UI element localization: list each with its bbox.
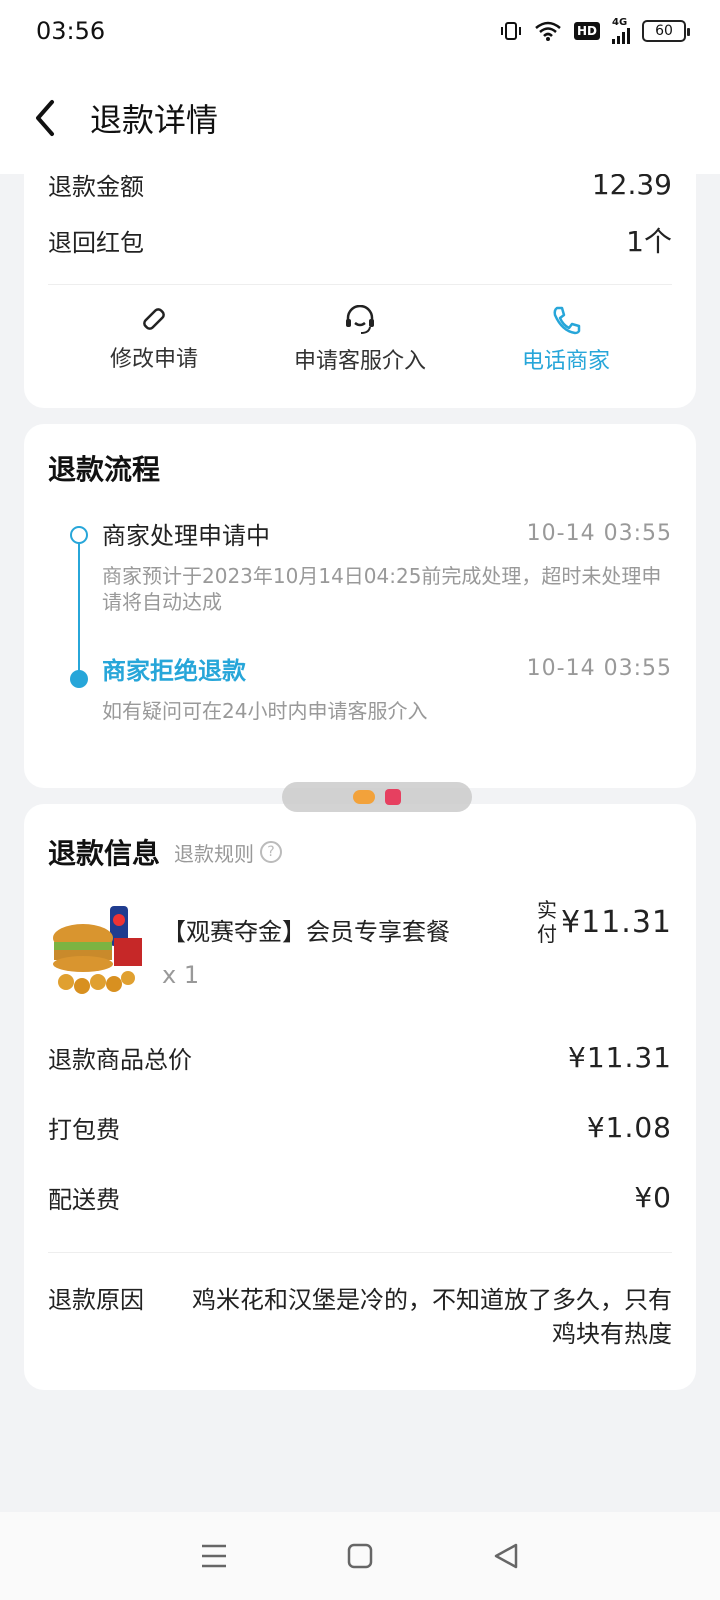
refund-info-title: 退款信息 [48,837,161,870]
modify-request-label: 修改申请 [109,347,198,372]
back-button[interactable] [0,62,90,174]
menu-icon[interactable] [200,1543,228,1569]
product-paid: 实付 ¥11.31 [537,898,672,946]
fee-value: ¥11.31 [568,1040,672,1074]
vibrate-icon [500,22,521,40]
watermark-logo-icon [353,790,375,804]
refund-info-card: 退款信息 退款规则 ? 【观赛夺金】会员专享套餐 x 1 实付 ¥11.31 退… [24,804,696,1390]
reason-label: 退款原因 [48,1286,144,1314]
fee-row: 打包费 ¥1.08 [48,1092,672,1162]
wifi-icon [535,21,561,41]
summary-card: 退款金额 12.39 退回红包 1个 修改申请 申请客服介入 电话商家 [24,150,696,408]
process-step: 商家处理申请中 10-14 03:55 商家预计于2023年10月14日04:2… [102,516,672,615]
step-time: 10-14 03:55 [526,656,672,681]
call-merchant-button[interactable]: 电话商家 [476,305,656,375]
hongbao-label: 退回红包 [48,228,144,257]
system-nav-bar [0,1512,720,1600]
hongbao-value: 1个 [626,225,672,258]
fee-value: ¥0 [634,1180,672,1214]
timeline-line [78,538,80,678]
battery-level: 60 [655,23,673,39]
timeline-dot-open-icon [70,526,88,544]
watermark-logo-icon [385,789,401,805]
watermark [282,782,472,812]
refund-reason: 退款原因 鸡米花和汉堡是冷的，不知道放了多久，只有鸡块有热度 [48,1283,672,1351]
headset-icon [346,305,374,334]
chevron-left-icon [36,100,54,136]
product-image [48,898,148,998]
network-label: 4G [612,17,628,28]
refund-rule-link[interactable]: 退款规则 ? [174,838,283,867]
fee-list: 退款商品总价 ¥11.31 打包费 ¥1.08 配送费 ¥0 [48,1022,672,1232]
page-title: 退款详情 [90,101,219,139]
question-icon: ? [260,841,283,863]
product-item[interactable]: 【观赛夺金】会员专享套餐 x 1 实付 ¥11.31 [48,898,672,1008]
refund-process-card: 退款流程 商家处理申请中 10-14 03:55 商家预计于2023年10月14… [24,424,696,788]
hd-badge: HD [573,22,600,40]
home-icon[interactable] [347,1543,373,1569]
refund-rule-label: 退款规则 [174,841,255,866]
fee-row: 配送费 ¥0 [48,1162,672,1232]
call-merchant-label: 电话商家 [521,349,610,374]
paid-value: ¥11.31 [561,904,672,940]
process-timeline: 商家处理申请中 10-14 03:55 商家预计于2023年10月14日04:2… [48,516,672,724]
reason-text: 鸡米花和汉堡是冷的，不知道放了多久，只有鸡块有热度 [192,1286,672,1348]
step-time: 10-14 03:55 [526,521,672,546]
step-desc: 如有疑问可在24小时内申请客服介入 [102,699,428,723]
nav-header: 退款详情 [0,62,720,174]
customer-service-button[interactable]: 申请客服介入 [270,305,450,375]
timeline-dot-filled-icon [70,670,88,688]
fee-row: 退款商品总价 ¥11.31 [48,1022,672,1092]
hongbao-row: 退回红包 1个 [24,210,696,270]
action-bar: 修改申请 申请客服介入 电话商家 [24,285,696,375]
process-title: 退款流程 [48,453,161,486]
refund-info-header: 退款信息 退款规则 ? [48,832,672,872]
fee-label: 打包费 [48,1115,120,1144]
battery-icon: 60 [642,20,690,42]
back-triangle-icon[interactable] [492,1543,520,1569]
clock: 03:56 [36,17,106,45]
step-title: 商家处理申请中 [102,522,270,550]
process-step: 商家拒绝退款 10-14 03:55 如有疑问可在24小时内申请客服介入 [102,651,672,724]
step-title: 商家拒绝退款 [102,657,246,685]
paid-label: 实付 [537,898,558,946]
divider [48,1252,672,1253]
modify-request-button[interactable]: 修改申请 [64,305,244,375]
customer-service-label: 申请客服介入 [293,349,426,374]
status-bar: 03:56 HD 4G 60 [0,0,720,62]
pencil-icon [143,308,165,330]
fee-label: 配送费 [48,1185,120,1214]
product-name: 【观赛夺金】会员专享套餐 [162,918,450,946]
fee-value: ¥1.08 [586,1110,672,1144]
status-icons: HD 4G 60 [500,17,690,44]
meal-icon [53,906,142,994]
product-qty: x 1 [162,961,200,989]
signal-icon [612,28,630,44]
step-desc: 商家预计于2023年10月14日04:25前完成处理，超时未处理申请将自动达成 [102,564,662,614]
phone-icon [553,306,581,335]
fee-label: 退款商品总价 [48,1045,192,1074]
